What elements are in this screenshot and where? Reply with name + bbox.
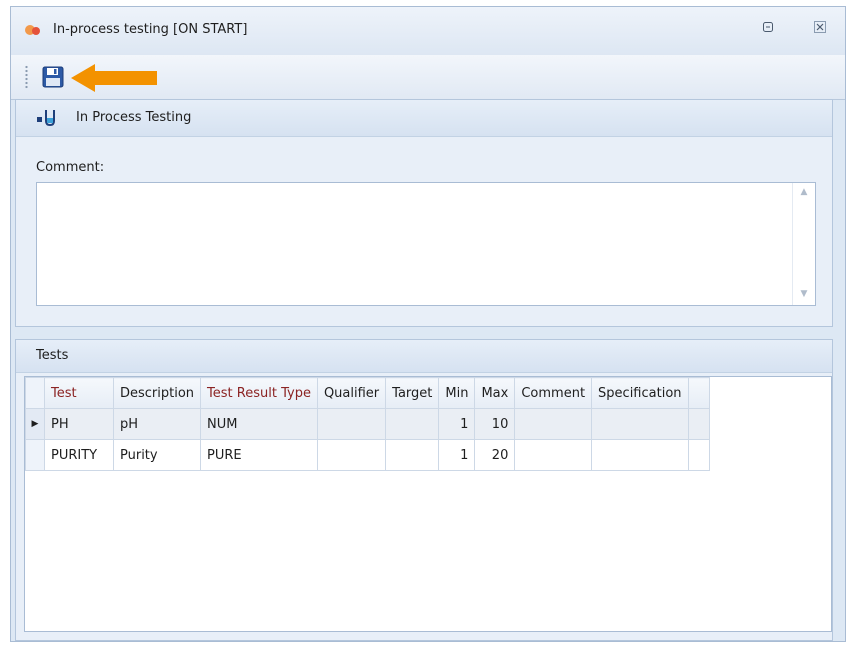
column-header-description[interactable]: Description <box>112 377 202 409</box>
restore-button[interactable] <box>759 21 777 39</box>
table-header-row: Test Description Test Result Type Qualif… <box>25 377 710 409</box>
tests-grid: Test Description Test Result Type Qualif… <box>24 376 832 632</box>
restore-icon <box>763 22 773 32</box>
cell-result-type[interactable]: PURE <box>200 439 318 471</box>
cell-specification[interactable] <box>591 439 689 471</box>
tests-title: Tests <box>36 348 69 363</box>
column-header-specification[interactable]: Specification <box>591 377 689 409</box>
column-header-comment[interactable]: Comment <box>514 377 593 409</box>
scroll-up-icon[interactable]: ▲ <box>797 187 811 199</box>
comment-input[interactable] <box>37 183 795 309</box>
row-indicator-header <box>25 377 45 409</box>
panel-title: In Process Testing <box>76 110 192 125</box>
column-header-test-result-type[interactable]: Test Result Type <box>200 377 318 409</box>
cell-min[interactable]: 1 <box>438 439 476 471</box>
close-button[interactable] <box>811 21 829 39</box>
close-icon <box>814 21 826 33</box>
panel-header: In Process Testing <box>16 100 832 137</box>
tests-header: Tests <box>16 340 832 373</box>
row-indicator[interactable] <box>25 439 45 471</box>
comment-field[interactable]: ▲ ▼ <box>36 182 816 309</box>
tests-panel: Tests Test Description Test Result Type … <box>15 339 833 641</box>
cell-target[interactable] <box>385 408 440 440</box>
cell-test[interactable]: PH <box>44 408 114 440</box>
scroll-down-icon[interactable]: ▼ <box>797 289 811 301</box>
cell-specification[interactable] <box>591 408 689 440</box>
test-tube-icon <box>37 110 55 127</box>
table-row[interactable]: ▶ PH pH NUM 1 10 <box>25 408 710 440</box>
cell-min[interactable]: 1 <box>438 408 476 440</box>
cell-max[interactable]: 20 <box>474 439 516 471</box>
column-header-max[interactable]: Max <box>474 377 516 409</box>
cell-filler <box>687 408 710 440</box>
cell-test[interactable]: PURITY <box>44 439 114 471</box>
cell-comment[interactable] <box>514 439 593 471</box>
cell-qualifier[interactable] <box>316 408 387 440</box>
cell-description[interactable]: Purity <box>112 439 202 471</box>
cell-comment[interactable] <box>514 408 593 440</box>
comment-label: Comment: <box>36 160 105 175</box>
save-button[interactable] <box>41 65 65 89</box>
highlight-arrow-icon <box>71 64 157 92</box>
tests-table: Test Description Test Result Type Qualif… <box>25 377 710 471</box>
cell-max[interactable]: 10 <box>474 408 516 440</box>
table-row[interactable]: PURITY Purity PURE 1 20 <box>25 439 710 471</box>
column-header-qualifier[interactable]: Qualifier <box>316 377 387 409</box>
cell-description[interactable]: pH <box>112 408 202 440</box>
window-title: In-process testing [ON START] <box>53 22 248 37</box>
cell-qualifier[interactable] <box>316 439 387 471</box>
in-process-testing-panel: In Process Testing Comment: ▲ ▼ <box>15 99 833 327</box>
app-icon <box>25 25 40 35</box>
column-header-filler <box>687 377 710 409</box>
column-header-min[interactable]: Min <box>438 377 476 409</box>
comment-scrollbar[interactable]: ▲ ▼ <box>792 183 815 305</box>
row-indicator-icon[interactable]: ▶ <box>25 408 45 440</box>
column-header-test[interactable]: Test <box>44 377 114 409</box>
column-header-target[interactable]: Target <box>385 377 440 409</box>
cell-filler <box>687 439 710 471</box>
toolbar <box>11 55 845 100</box>
title-bar: In-process testing [ON START] <box>11 7 845 56</box>
main-window: In-process testing [ON START] In Process <box>10 6 846 642</box>
toolbar-grip[interactable] <box>25 65 28 89</box>
cell-result-type[interactable]: NUM <box>200 408 318 440</box>
cell-target[interactable] <box>385 439 440 471</box>
